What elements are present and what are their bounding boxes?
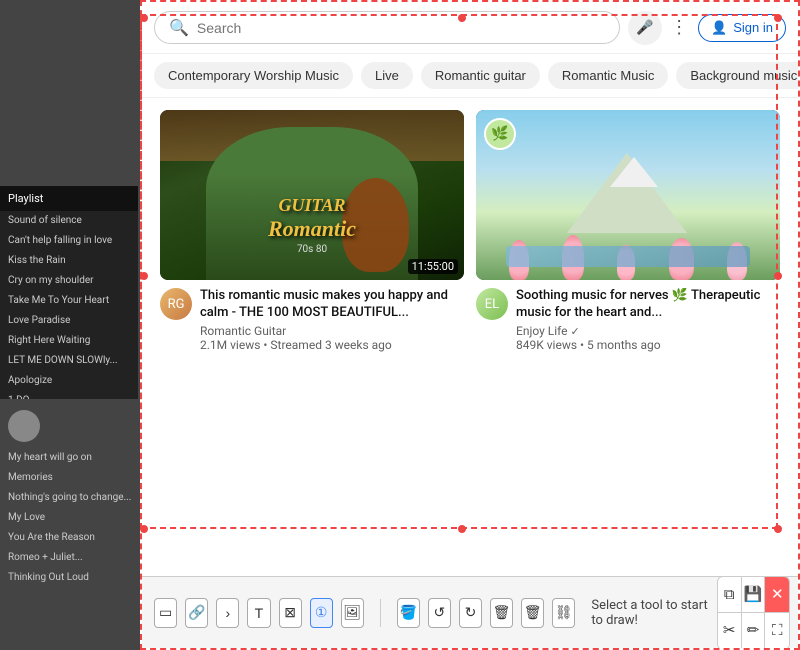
video-duration-1: 11:55:00 [408, 259, 458, 274]
playlist-item: You Are the Reason [0, 528, 140, 548]
right-bottom-row: ✂ ✏ ⛶ [718, 613, 789, 649]
main-content: 🔍 🎤 ⋮ 👤 Sign in Contemporary Worship Mus… [140, 0, 800, 650]
selection-handle-tm[interactable] [458, 14, 466, 22]
link-tool-button[interactable]: 🔗 [185, 598, 208, 628]
search-icon: 🔍 [169, 18, 189, 37]
video-stats-1: 2.1M views • Streamed 3 weeks ago [200, 338, 464, 352]
filter-chips-row: Contemporary Worship Music Live Romantic… [142, 54, 798, 98]
sign-in-label: Sign in [733, 20, 773, 35]
right-top-row: ⧉ 💾 ✕ [718, 577, 789, 613]
redo-button[interactable]: ↻ [459, 598, 482, 628]
rect-tool-button[interactable]: ▭ [154, 598, 177, 628]
toolbar-left: ▭ 🔗 › T ⊠ ① 🖼 🪣 ↺ ↻ 🗑 🗑 ⛓ Select a tool … [154, 598, 717, 628]
header: 🔍 🎤 ⋮ 👤 Sign in [142, 2, 798, 54]
fill-bucket-button[interactable]: 🪣 [397, 598, 420, 628]
channel-avatar-2: EL [476, 288, 508, 320]
playlist-item: Right Here Waiting [0, 331, 138, 351]
playlist-item: Apologize [0, 371, 138, 391]
selection-handle-bm[interactable] [458, 525, 466, 533]
channel-logo-2: 🌿 [484, 118, 516, 150]
drawing-toolbar: ▭ 🔗 › T ⊠ ① 🖼 🪣 ↺ ↻ 🗑 🗑 ⛓ Select a tool … [142, 576, 800, 648]
copy-frame-button[interactable]: ⧉ [718, 577, 742, 613]
trash-button[interactable]: 🗑 [521, 598, 544, 628]
videos-grid: GUITAR Romantic 70s 80 11:55:00 RG This … [142, 98, 798, 380]
selection-handle-mr[interactable] [774, 272, 782, 280]
chevron-button[interactable]: › [216, 598, 239, 628]
chip-romantic-guitar[interactable]: Romantic guitar [421, 62, 540, 89]
playlist-item: My heart will go on [0, 448, 140, 468]
playlist-item: 1 DO [0, 391, 138, 399]
verified-icon: ✓ [571, 325, 580, 338]
save-button[interactable]: 💾 [742, 577, 766, 613]
playlist-item: Romeo + Juliet... [0, 548, 140, 568]
video-info-2: Soothing music for nerves 🌿 Therapeutic … [516, 288, 780, 352]
selection-handle-tr[interactable] [774, 14, 782, 22]
badge-tool-button[interactable]: ① [310, 598, 333, 628]
mic-icon: 🎤 [636, 19, 653, 36]
scissor-button[interactable]: ✂ [718, 613, 742, 649]
search-input[interactable] [197, 20, 605, 36]
playlist-item: Love Paradise [0, 311, 138, 331]
channel-avatar-1: RG [160, 288, 192, 320]
video-meta-1: RG This romantic music makes you happy a… [160, 288, 464, 352]
more-options-icon[interactable]: ⋮ [670, 17, 688, 38]
playlist-sidebar: Playlist Sound of silence Can't help fal… [0, 186, 138, 399]
playlist-item: LET ME DOWN SLOWly... [0, 351, 138, 371]
channel-name-1: Romantic Guitar [200, 324, 464, 338]
video-title-2: Soothing music for nerves 🌿 Therapeutic … [516, 288, 780, 322]
playlist-item: Take Me To Your Heart [0, 291, 138, 311]
video-stats-2: 849K views • 5 months ago [516, 338, 780, 352]
toolbar-hint-label: Select a tool to start to draw! [591, 598, 716, 628]
selection-handle-bl[interactable] [140, 525, 148, 533]
selection-handle-br[interactable] [774, 525, 782, 533]
text-tool-button[interactable]: T [247, 598, 270, 628]
toolbar-divider [380, 599, 381, 627]
search-bar[interactable]: 🔍 [154, 11, 620, 44]
chip-live[interactable]: Live [361, 62, 413, 89]
mic-button[interactable]: 🎤 [628, 11, 662, 45]
chip-contemporary[interactable]: Contemporary Worship Music [154, 62, 353, 89]
close-button[interactable]: ✕ [765, 577, 789, 613]
video-title-1: This romantic music makes you happy and … [200, 288, 464, 322]
video-thumbnail-1: GUITAR Romantic 70s 80 11:55:00 [160, 110, 464, 280]
video-card-2[interactable]: 🌿 EL Soothing music for nerves 🌿 Therape… [470, 110, 786, 368]
delete-button[interactable]: 🗑 [490, 598, 513, 628]
undo-button[interactable]: ↺ [428, 598, 451, 628]
account-icon: 👤 [711, 20, 727, 36]
playlist-item: Thinking Out Loud [0, 568, 140, 588]
video-card-1[interactable]: GUITAR Romantic 70s 80 11:55:00 RG This … [154, 110, 470, 368]
video-info-1: This romantic music makes you happy and … [200, 288, 464, 352]
selection-handle-ml[interactable] [140, 272, 148, 280]
channel-name-2: Enjoy Life ✓ [516, 324, 780, 338]
playlist-item: Can't help falling in love [0, 231, 138, 251]
chip-romantic-music[interactable]: Romantic Music [548, 62, 668, 89]
thumb1-subtitle: 70s 80 [160, 244, 464, 255]
pen-button[interactable]: ✏ [742, 613, 766, 649]
playlist-item: Nothing's going to change... [0, 488, 140, 508]
playlist-item: My Love [0, 508, 140, 528]
playlist-item: Kiss the Rain [0, 251, 138, 271]
playlist-item: Memories [0, 468, 140, 488]
crop-tool-button[interactable]: ⊠ [279, 598, 302, 628]
playlist-item: Sound of silence [0, 211, 138, 231]
video-thumbnail-2: 🌿 [476, 110, 780, 280]
link-crop-button[interactable]: ⛓ [552, 598, 575, 628]
image-tool-button[interactable]: 🖼 [341, 598, 364, 628]
selection-handle-tl[interactable] [140, 14, 148, 22]
playlist-item: Cry on my shoulder [0, 271, 138, 291]
sign-in-button[interactable]: 👤 Sign in [698, 14, 786, 42]
avatar [8, 410, 40, 442]
video-meta-2: EL Soothing music for nerves 🌿 Therapeut… [476, 288, 780, 352]
toolbar-right-panel: ⧉ 💾 ✕ ✂ ✏ ⛶ [717, 576, 790, 650]
header-actions: ⋮ 👤 Sign in [670, 14, 786, 42]
expand-button[interactable]: ⛶ [765, 613, 789, 649]
playlist-title: Playlist [0, 186, 138, 211]
chip-background-music[interactable]: Background music [676, 62, 798, 89]
